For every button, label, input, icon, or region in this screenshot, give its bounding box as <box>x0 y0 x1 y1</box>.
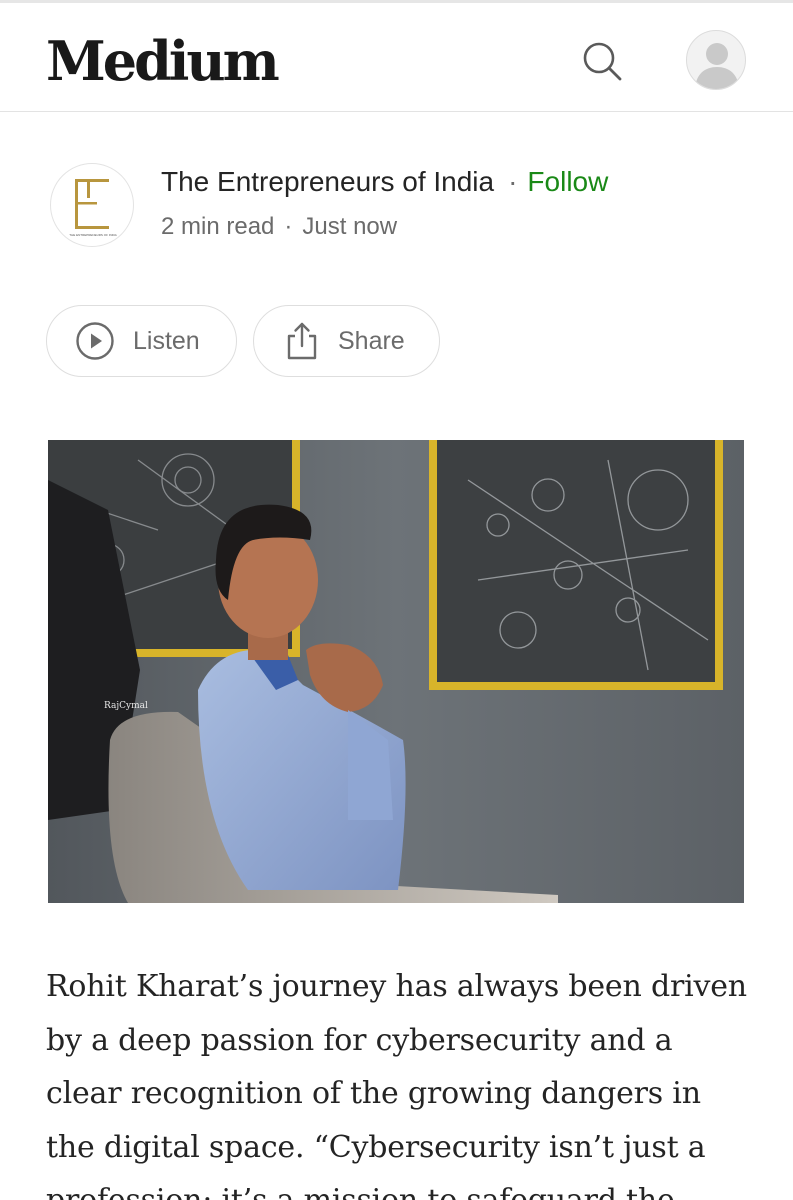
published-time: Just now <box>302 213 398 240</box>
listen-button[interactable]: Listen <box>46 305 237 377</box>
search-icon <box>583 42 622 81</box>
publication-logo-icon: THE ENTREPRENEURS OF INDIA <box>69 179 117 237</box>
follow-button[interactable]: Follow <box>527 166 608 197</box>
listen-label: Listen <box>133 326 200 355</box>
share-label: Share <box>338 326 405 355</box>
publication-line: The Entrepreneurs of India · Follow <box>161 166 608 198</box>
app-header: Medium <box>0 3 793 112</box>
share-button[interactable]: Share <box>253 305 440 377</box>
publication-logo-caption: THE ENTREPRENEURS OF INDIA <box>69 233 117 237</box>
article-paragraph: Rohit Kharat’s journey has always been d… <box>46 969 747 1200</box>
article-meta: 2 min read · Just now <box>161 213 397 241</box>
separator-dot: · <box>508 166 518 197</box>
hero-image: RajCymal <box>48 440 744 903</box>
medium-logo[interactable]: Medium <box>46 29 280 93</box>
share-icon <box>284 321 320 361</box>
photo-watermark: RajCymal <box>104 701 148 711</box>
separator-dot: · <box>284 213 293 240</box>
publication-logo[interactable]: THE ENTREPRENEURS OF INDIA <box>50 163 134 247</box>
publication-name[interactable]: The Entrepreneurs of India <box>161 166 494 197</box>
user-avatar-icon <box>695 43 739 89</box>
read-time: 2 min read <box>161 213 275 240</box>
user-avatar-button[interactable] <box>686 30 746 90</box>
play-icon <box>75 321 115 361</box>
search-button[interactable] <box>578 37 624 83</box>
